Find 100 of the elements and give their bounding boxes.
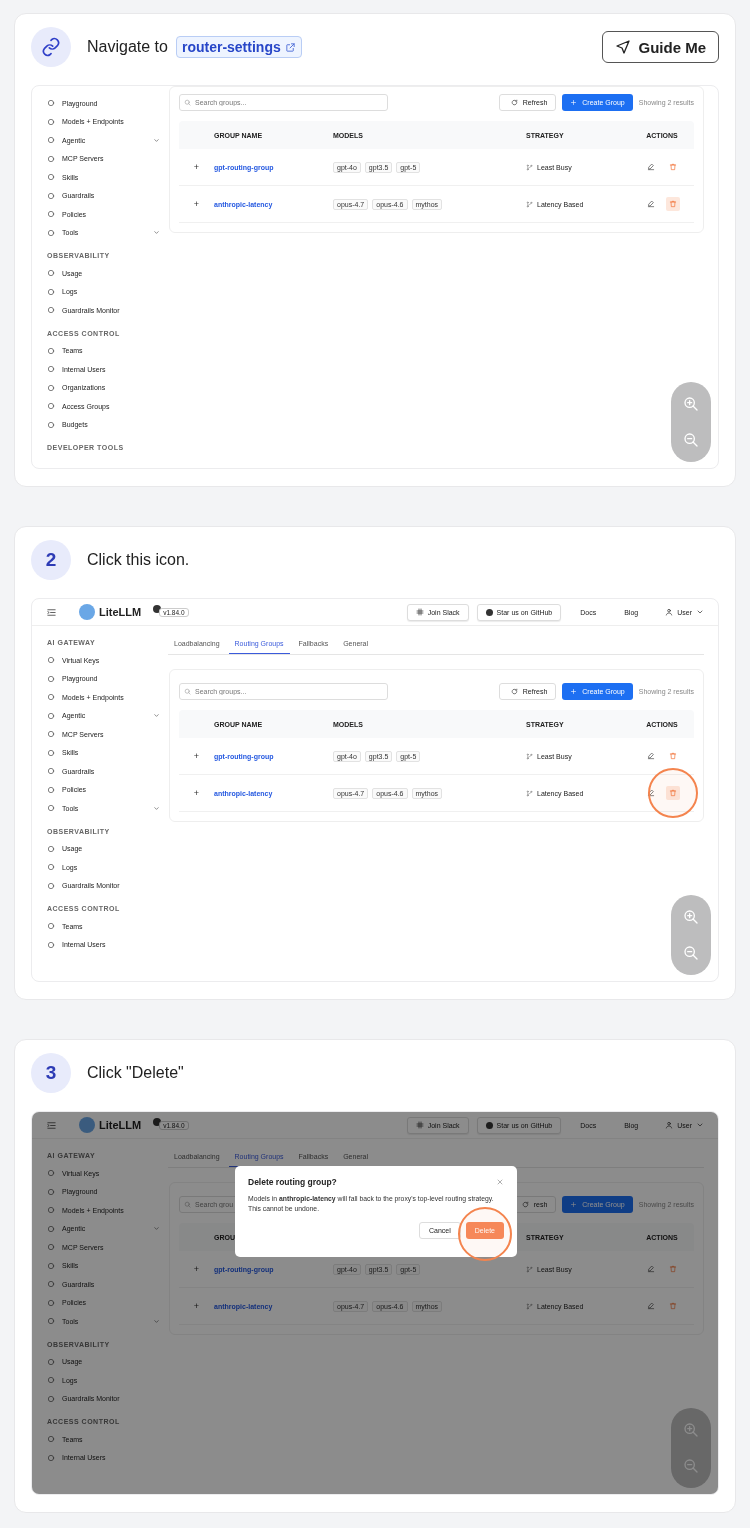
trash-icon <box>669 1302 677 1310</box>
expand-button[interactable]: + <box>193 751 200 761</box>
circle-icon <box>47 1224 55 1233</box>
expand-button[interactable]: + <box>193 162 200 172</box>
hash-icon <box>415 1121 424 1129</box>
fork-icon <box>526 163 533 171</box>
expand-button[interactable]: + <box>193 1301 200 1311</box>
circle-icon <box>47 656 55 665</box>
circle-icon <box>47 922 55 931</box>
zoom-out-icon[interactable] <box>683 1458 699 1474</box>
user-icon <box>665 1121 674 1129</box>
pencil-icon <box>647 752 655 760</box>
logo-icon <box>79 1117 95 1133</box>
circle-icon <box>47 940 55 949</box>
circle-icon <box>47 346 55 355</box>
circle-icon <box>47 1206 55 1215</box>
circle-icon <box>47 730 55 739</box>
circle-icon <box>47 402 55 411</box>
step-instruction: Click "Delete" <box>87 1064 184 1082</box>
circle-icon <box>47 1243 55 1252</box>
circle-icon <box>47 1261 55 1270</box>
pencil-icon <box>647 163 655 171</box>
circle-icon <box>47 117 55 126</box>
pencil-icon <box>647 1265 655 1273</box>
close-button[interactable] <box>496 1178 504 1186</box>
plus-icon <box>570 99 578 106</box>
expand-button[interactable]: + <box>193 788 200 798</box>
circle-icon <box>47 173 55 182</box>
circle-icon <box>47 785 55 794</box>
link-icon <box>41 37 61 57</box>
zoom-in-icon[interactable] <box>683 1422 699 1438</box>
round-logo-icon <box>485 608 493 616</box>
search-icon <box>184 1201 191 1208</box>
refresh-icon <box>510 99 518 106</box>
circle-icon <box>47 1169 55 1178</box>
circle-icon <box>47 287 55 296</box>
circle-icon <box>47 693 55 702</box>
refresh-icon <box>521 1201 529 1208</box>
circle-icon <box>47 1357 55 1366</box>
delete-button[interactable] <box>666 197 680 211</box>
page-link[interactable]: router-settings <box>175 36 302 58</box>
refresh-icon <box>510 688 518 695</box>
circle-icon <box>47 863 55 872</box>
send-icon <box>615 39 632 55</box>
circle-icon <box>47 881 55 890</box>
logo-icon <box>79 604 95 620</box>
circle-icon <box>47 748 55 757</box>
search-icon <box>184 688 191 695</box>
expand-button[interactable]: + <box>193 1264 200 1274</box>
circle-icon <box>47 136 55 145</box>
round-logo-icon <box>485 1121 493 1129</box>
hash-icon <box>415 608 424 616</box>
delete-button[interactable] <box>666 786 680 800</box>
circle-icon <box>47 674 55 683</box>
circle-icon <box>47 420 55 429</box>
circle-icon <box>47 383 55 392</box>
circle-icon <box>47 1453 55 1462</box>
circle-icon <box>47 844 55 853</box>
chevron-down-icon <box>153 229 160 237</box>
menu-icon[interactable] <box>46 606 57 618</box>
circle-icon <box>47 1187 55 1196</box>
trash-icon <box>669 200 677 208</box>
chevron-down-icon <box>153 804 160 812</box>
trash-icon <box>669 752 677 760</box>
pencil-icon <box>647 200 655 208</box>
zoom-in-icon[interactable] <box>683 396 699 412</box>
trash-icon <box>669 1265 677 1273</box>
circle-icon <box>47 99 55 108</box>
expand-button[interactable]: + <box>193 199 200 209</box>
dialog-title: Delete routing group? <box>248 1177 337 1187</box>
zoom-out-icon[interactable] <box>683 945 699 961</box>
circle-icon <box>47 804 55 813</box>
circle-icon <box>47 306 55 315</box>
circle-icon <box>47 1298 55 1307</box>
circle-icon <box>47 210 55 219</box>
close-icon <box>496 1178 504 1186</box>
zoom-in-icon[interactable] <box>683 909 699 925</box>
step-instruction: Click this icon. <box>87 551 190 569</box>
circle-icon <box>47 767 55 776</box>
circle-icon <box>47 191 55 200</box>
user-icon <box>665 608 674 616</box>
guide-me-button[interactable]: Guide Me <box>602 31 719 63</box>
chevron-down-icon <box>153 136 160 144</box>
menu-icon[interactable] <box>46 1119 57 1131</box>
external-link-icon <box>284 41 296 53</box>
fork-icon <box>526 200 533 208</box>
zoom-out-icon[interactable] <box>683 432 699 448</box>
pencil-icon <box>647 1302 655 1310</box>
step-number: 2 <box>31 540 71 580</box>
fork-icon <box>526 1265 533 1273</box>
circle-icon <box>47 269 55 278</box>
circle-icon <box>47 1376 55 1385</box>
circle-icon <box>47 1280 55 1289</box>
chevron-down-icon <box>153 1317 160 1325</box>
brand-name: LiteLLM <box>99 606 142 618</box>
circle-icon <box>47 1317 55 1326</box>
circle-icon <box>47 365 55 374</box>
fork-icon <box>526 1302 533 1310</box>
plus-icon <box>570 1201 578 1208</box>
brand-name: LiteLLM <box>99 1119 142 1131</box>
